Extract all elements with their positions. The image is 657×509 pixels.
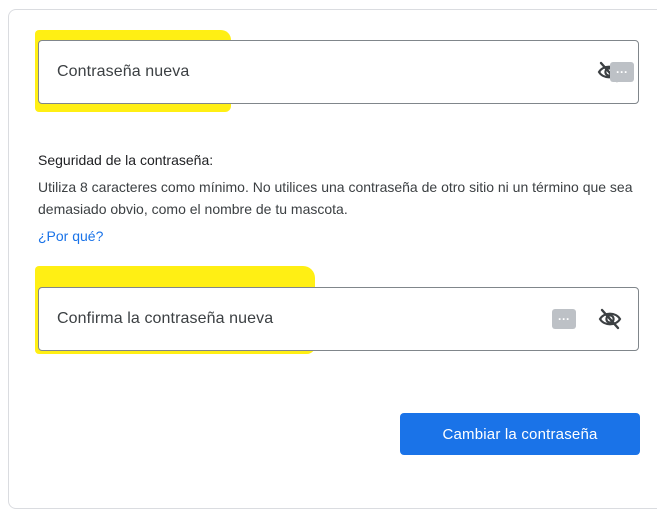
strength-title: Seguridad de la contraseña:	[38, 152, 214, 168]
new-password-field[interactable]: Contraseña nueva ···	[38, 40, 639, 104]
password-manager-icon[interactable]: ···	[610, 62, 634, 82]
confirm-password-field[interactable]: Confirma la contraseña nueva ···	[38, 287, 639, 351]
confirm-password-label: Confirma la contraseña nueva	[57, 310, 274, 327]
why-link[interactable]: ¿Por qué?	[38, 228, 103, 244]
change-password-button[interactable]: Cambiar la contraseña	[400, 413, 640, 455]
strength-description: Utiliza 8 caracteres como mínimo. No uti…	[38, 179, 633, 217]
eye-slash-icon[interactable]	[596, 305, 624, 333]
new-password-label: Contraseña nueva	[57, 63, 190, 80]
password-manager-icon[interactable]: ···	[552, 309, 576, 329]
